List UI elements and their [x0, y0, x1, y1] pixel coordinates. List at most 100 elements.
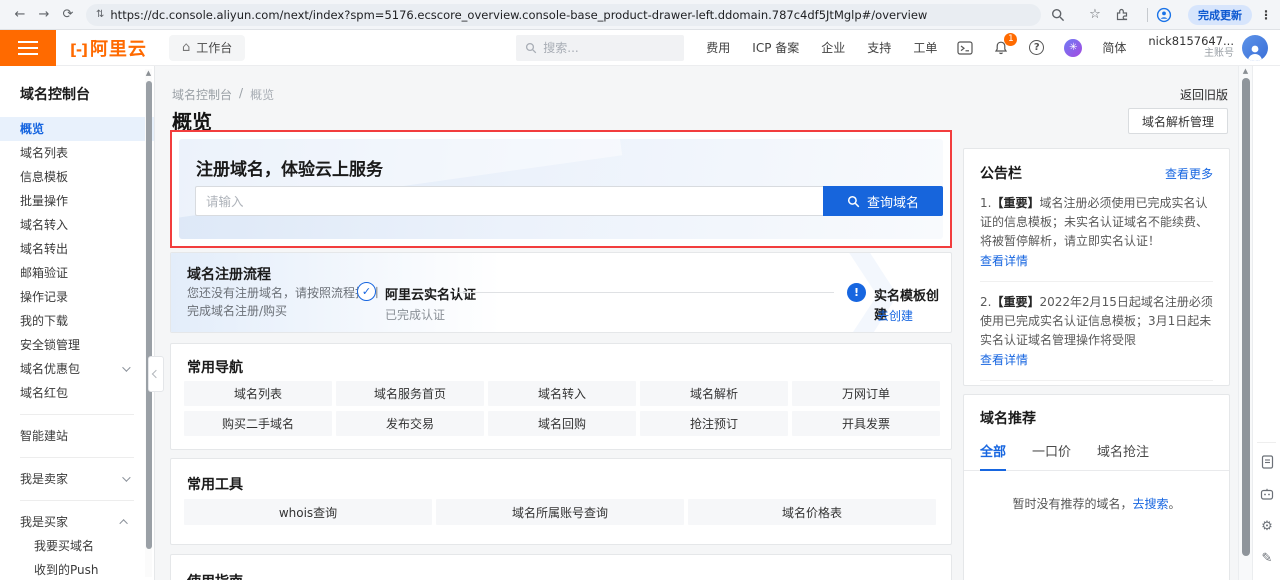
cloudshell-icon[interactable]	[957, 41, 973, 55]
tab-fixed-price[interactable]: 一口价	[1032, 441, 1071, 470]
extensions-icon[interactable]	[1115, 8, 1139, 22]
account-info[interactable]: nick8157647... 主账号	[1148, 34, 1234, 61]
language-switch[interactable]: 简体	[1102, 39, 1126, 56]
apps-icon[interactable]: ✳	[1064, 39, 1082, 57]
account-name: nick8157647...	[1148, 34, 1234, 48]
detail-link[interactable]: 查看详情	[980, 351, 1213, 370]
sidebar-item-discount-pack[interactable]: 域名优惠包	[0, 357, 154, 381]
quicknav-domain-home[interactable]: 域名服务首页	[336, 381, 484, 406]
settings-gear-icon[interactable]: ⚙	[1253, 513, 1280, 539]
see-more-link[interactable]: 查看更多	[1165, 165, 1213, 182]
quicknav-domain-list[interactable]: 域名列表	[184, 381, 332, 406]
quicknav-dns[interactable]: 域名解析	[640, 381, 788, 406]
feedback-pencil-icon[interactable]: ✎	[1253, 545, 1280, 571]
browser-back-icon[interactable]: ←	[8, 7, 32, 22]
quicknav-buy-secondhand[interactable]: 购买二手域名	[184, 411, 332, 436]
sidebar-item-buyer[interactable]: 我是买家	[0, 510, 154, 534]
back-to-old-version-link[interactable]: 返回旧版	[1180, 86, 1228, 103]
breadcrumb-root[interactable]: 域名控制台	[172, 86, 232, 103]
recommend-empty-state: 暂时没有推荐的域名，去搜索。	[964, 495, 1229, 512]
quicknav-buyback[interactable]: 域名回购	[488, 411, 636, 436]
search-icon	[525, 42, 537, 54]
quicknav-transfer-in[interactable]: 域名转入	[488, 381, 636, 406]
tab-all[interactable]: 全部	[980, 441, 1006, 471]
tools-grid: whois查询 域名所属账号查询 域名价格表	[184, 499, 940, 525]
scroll-up-icon[interactable]: ▲	[1239, 66, 1252, 76]
sidebar-item-downloads[interactable]: 我的下载	[0, 309, 154, 333]
sidebar-item-received-push[interactable]: 收到的Push	[0, 558, 154, 580]
tool-whois[interactable]: whois查询	[184, 499, 432, 525]
breadcrumb: 域名控制台 / 概览	[172, 86, 274, 103]
assistant-icon[interactable]	[1253, 481, 1280, 507]
chrome-update-button[interactable]: 完成更新	[1188, 5, 1252, 25]
sidebar-item-info-template[interactable]: 信息模板	[0, 165, 154, 189]
detail-link[interactable]: 查看详情	[980, 252, 1213, 271]
notifications-bell-icon[interactable]: 1	[993, 40, 1009, 56]
nav-icp[interactable]: ICP 备案	[752, 39, 799, 56]
recommend-tabs: 全部 一口价 域名抢注	[964, 441, 1229, 471]
flow-step2-action-link[interactable]: 去创建	[877, 307, 913, 324]
docs-icon[interactable]	[1253, 449, 1280, 475]
browser-profile-icon[interactable]	[1156, 7, 1180, 23]
browser-toolbar: ← → ⟳ ⇅ https://dc.console.aliyun.com/ne…	[0, 0, 1280, 30]
site-info-icon[interactable]: ⇅	[96, 9, 103, 20]
sidebar-item-batch-ops[interactable]: 批量操作	[0, 189, 154, 213]
header-search[interactable]	[516, 35, 684, 61]
tool-account-lookup[interactable]: 域名所属账号查询	[436, 499, 684, 525]
sidebar-scrollbar[interactable]: ▲	[145, 69, 152, 577]
aliyun-logo[interactable]: [-] 阿里云	[70, 35, 147, 61]
header-search-input[interactable]	[543, 41, 663, 55]
sidebar-scrollbar-thumb[interactable]	[146, 81, 152, 549]
sidebar-item-email-verify[interactable]: 邮箱验证	[0, 261, 154, 285]
divider	[20, 414, 134, 415]
help-icon[interactable]: ?	[1029, 40, 1044, 55]
sidebar-item-transfer-out[interactable]: 域名转出	[0, 237, 154, 261]
browser-forward-icon[interactable]: →	[32, 7, 56, 22]
sidebar-item-site-builder[interactable]: 智能建站	[0, 424, 154, 448]
chevron-down-icon	[122, 473, 130, 481]
divider	[980, 380, 1213, 381]
tab-backorder[interactable]: 域名抢注	[1097, 441, 1149, 470]
aliyun-logo-text: 阿里云	[90, 35, 147, 61]
zoom-icon[interactable]	[1051, 8, 1075, 22]
sidebar-item-op-log[interactable]: 操作记录	[0, 285, 154, 309]
page-scrollbar[interactable]: ▲	[1238, 66, 1252, 580]
nav-enterprise[interactable]: 企业	[821, 39, 845, 56]
sidebar-item-security-lock[interactable]: 安全锁管理	[0, 333, 154, 357]
page-scrollbar-thumb[interactable]	[1242, 78, 1250, 556]
sidebar-item-red-packet[interactable]: 域名红包	[0, 381, 154, 405]
sidebar-item-domain-list[interactable]: 域名列表	[0, 141, 154, 165]
address-bar[interactable]: ⇅ https://dc.console.aliyun.com/next/ind…	[86, 4, 1041, 26]
quicknav-invoice[interactable]: 开具发票	[792, 411, 940, 436]
nav-tickets[interactable]: 工单	[913, 39, 937, 56]
domain-search-input[interactable]	[195, 186, 823, 216]
announcement-title: 公告栏	[980, 163, 1022, 183]
quicknav-preorder[interactable]: 抢注预订	[640, 411, 788, 436]
nav-billing[interactable]: 费用	[706, 39, 730, 56]
sidebar-collapse-handle[interactable]	[148, 356, 164, 392]
divider	[1147, 8, 1148, 22]
product-menu-button[interactable]	[0, 30, 56, 66]
browser-reload-icon[interactable]: ⟳	[56, 7, 80, 22]
dns-manage-button[interactable]: 域名解析管理	[1128, 108, 1228, 134]
nav-support[interactable]: 支持	[867, 39, 891, 56]
bookmark-star-icon[interactable]: ☆	[1083, 7, 1107, 22]
quicknav-wanwang-orders[interactable]: 万网订单	[792, 381, 940, 406]
sidebar-item-transfer-in[interactable]: 域名转入	[0, 213, 154, 237]
scroll-up-icon[interactable]: ▲	[145, 69, 152, 77]
divider	[20, 457, 134, 458]
main-content: 域名控制台 / 概览 返回旧版 概览 域名解析管理 注册域名，体验云上服务 查询…	[156, 66, 1238, 580]
avatar[interactable]	[1242, 35, 1268, 61]
workbench-tab[interactable]: ⌂ 工作台	[169, 35, 245, 61]
domain-search-button[interactable]: 查询域名	[823, 186, 943, 216]
sidebar-item-overview[interactable]: 概览	[0, 117, 154, 141]
quicknav-publish-trade[interactable]: 发布交易	[336, 411, 484, 436]
go-search-link[interactable]: 去搜索	[1132, 497, 1168, 511]
browser-menu-icon[interactable]: ⋮	[1260, 8, 1272, 22]
workbench-label: 工作台	[196, 39, 232, 56]
sidebar-item-buy-domain[interactable]: 我要买域名	[0, 534, 154, 558]
tool-price-list[interactable]: 域名价格表	[688, 499, 936, 525]
sidebar-item-seller[interactable]: 我是卖家	[0, 467, 154, 491]
browser-actions: ☆ 完成更新 ⋮	[1047, 5, 1272, 25]
flow-title: 域名注册流程	[187, 264, 271, 284]
